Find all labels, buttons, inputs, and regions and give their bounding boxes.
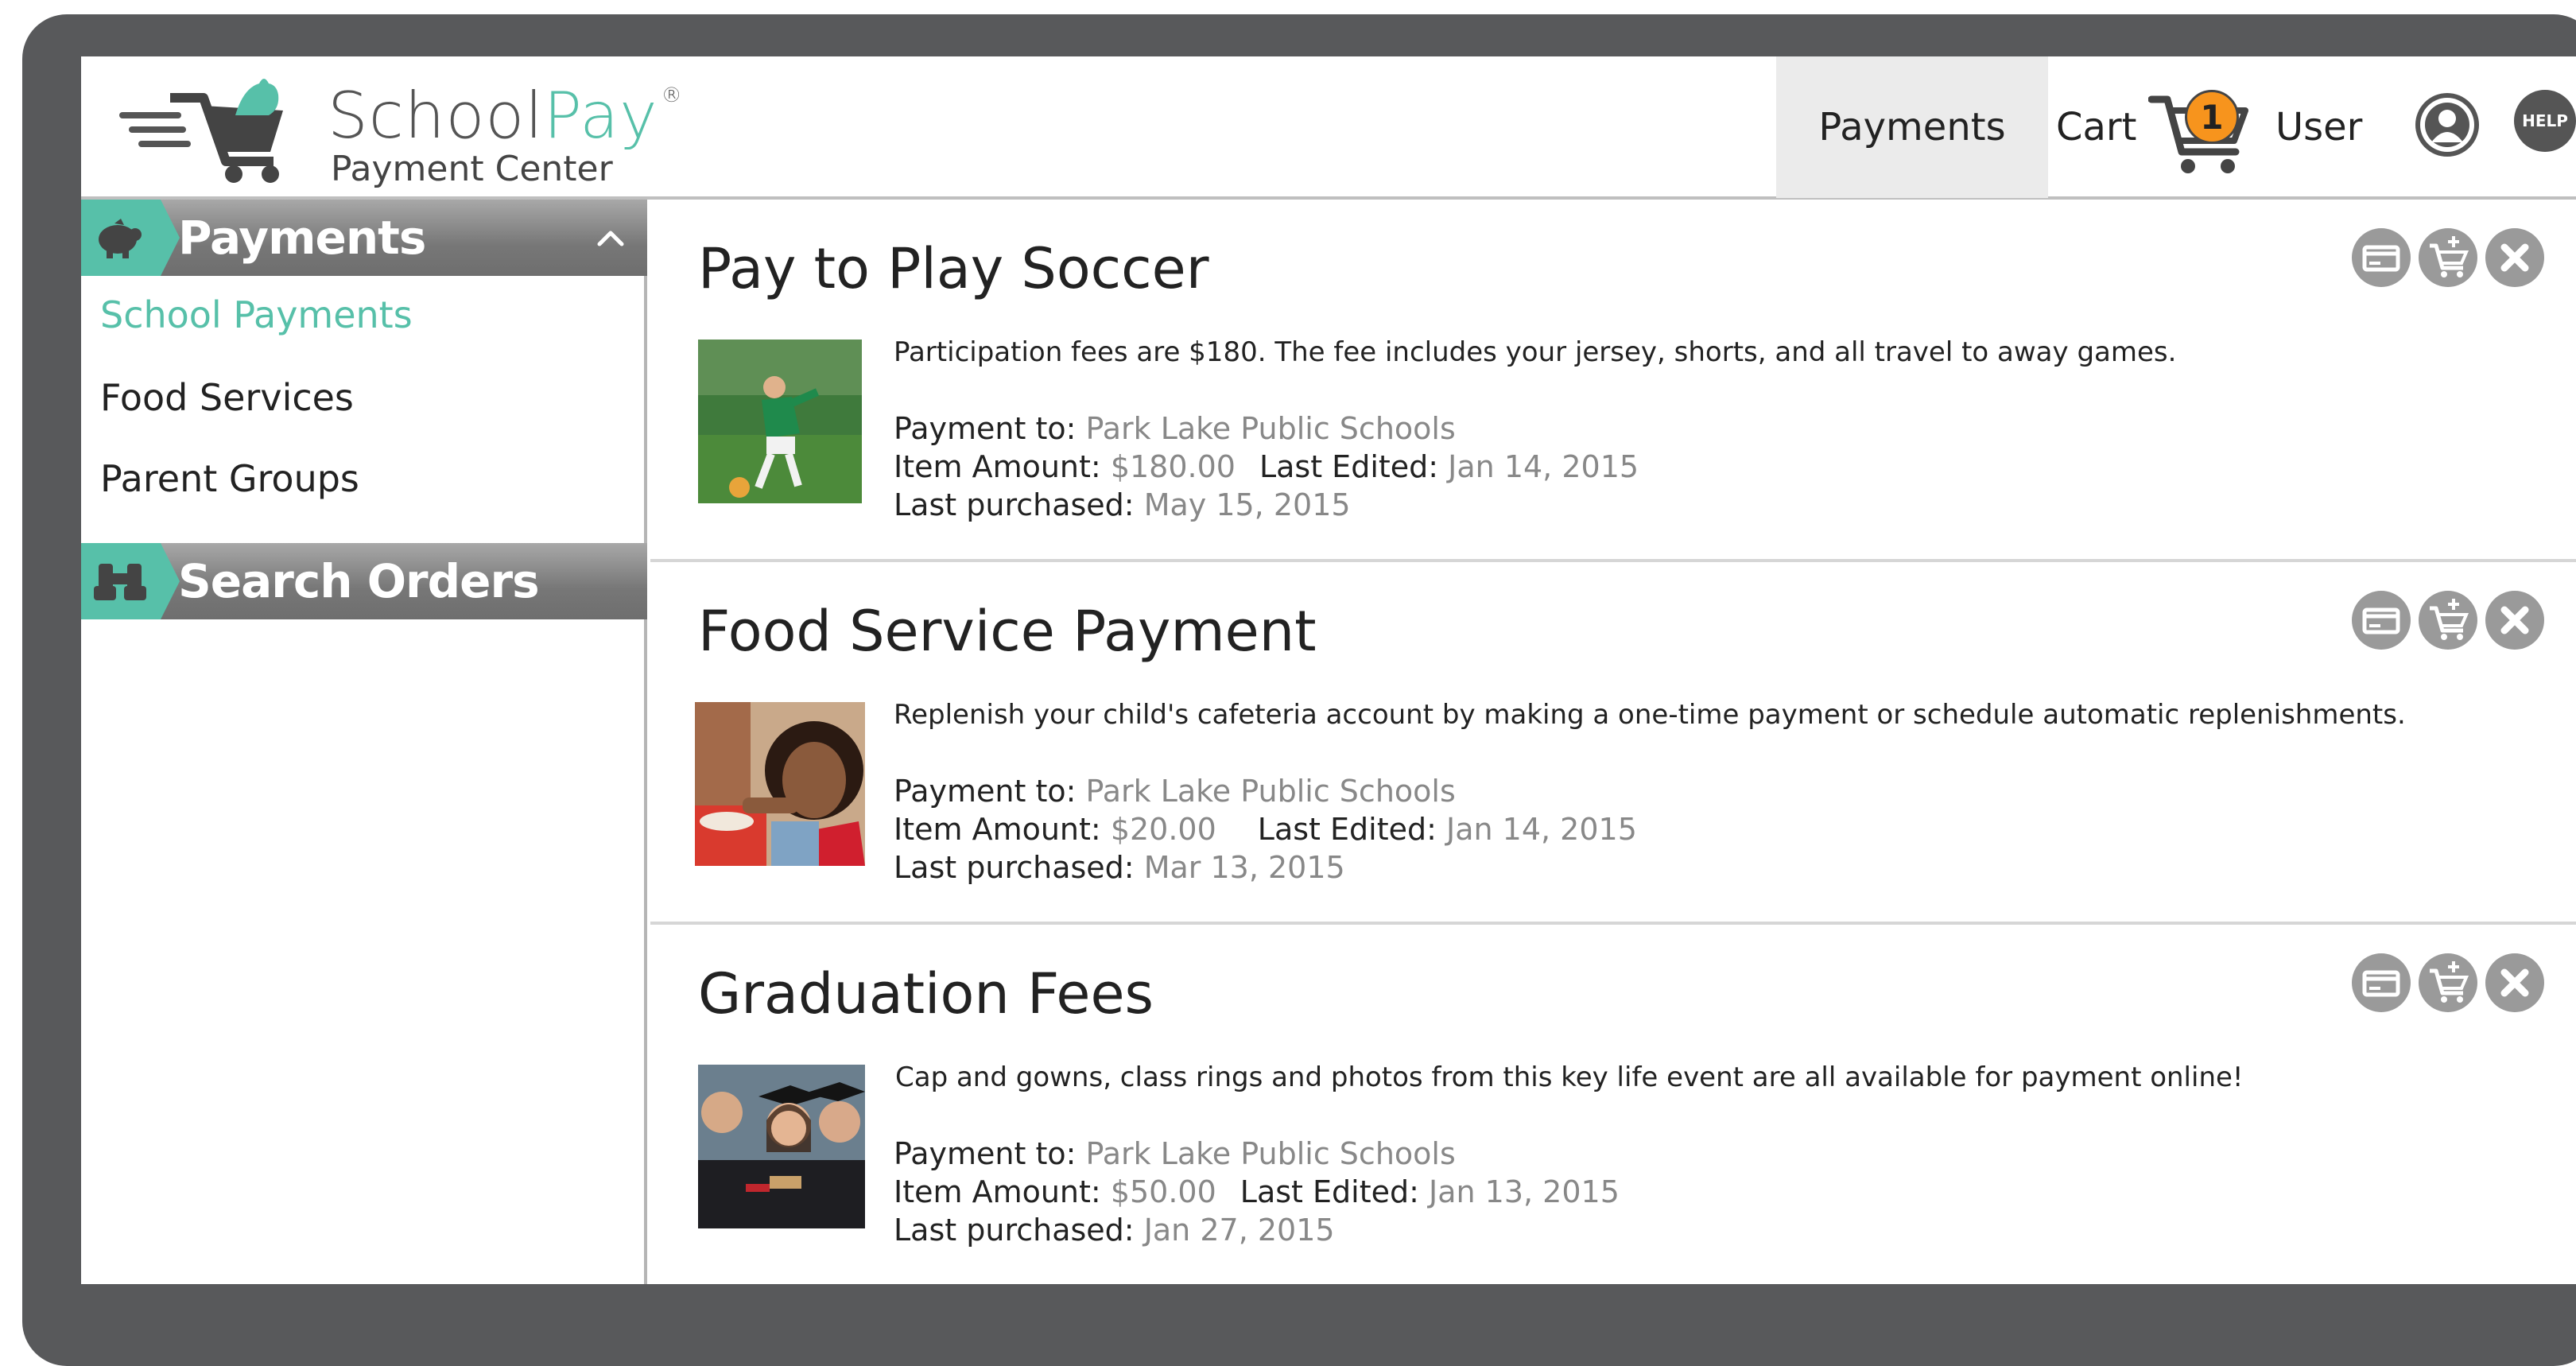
piggy-bank-icon (99, 219, 142, 258)
item-description: Cap and gowns, class rings and photos fr… (895, 1061, 2244, 1093)
cart-count-badge: 1 (2185, 90, 2239, 144)
item-amount-value: $20.00 (1110, 812, 1216, 847)
sidebar-tab-accent (81, 543, 180, 619)
item-description: Replenish your child's cafeteria account… (894, 699, 2406, 731)
last-edited-label: Last Edited: (1259, 449, 1439, 484)
item-actions (2352, 953, 2544, 1012)
close-icon[interactable] (2485, 591, 2544, 650)
sidebar-item-parent-groups[interactable]: Parent Groups (100, 457, 359, 500)
item-payment-to-row: Payment to: Park Lake Public Schools (894, 411, 1456, 446)
last-purchased-label: Last purchased: (894, 1213, 1135, 1248)
item-amount-label: Item Amount: (894, 1174, 1101, 1209)
payment-to-label: Payment to: (894, 1136, 1077, 1171)
payment-list: Pay to Play Soccer Participation fees ar… (650, 200, 2576, 1284)
pay-card-icon[interactable] (2352, 591, 2411, 650)
item-title[interactable]: Graduation Fees (698, 961, 1154, 1026)
last-purchased-value: May 15, 2015 (1143, 487, 1351, 522)
item-amount-value: $50.00 (1110, 1174, 1216, 1209)
schoolpay-logo[interactable]: SchoolPay ® Payment Center (114, 66, 682, 193)
add-to-cart-icon[interactable] (2419, 591, 2477, 650)
registered-mark: ® (661, 83, 683, 107)
app-screen: SchoolPay ® Payment Center Payments Cart … (81, 56, 2576, 1284)
chevron-up-icon[interactable] (595, 222, 627, 254)
last-purchased-value: Jan 27, 2015 (1143, 1213, 1335, 1248)
last-purchased-label: Last purchased: (894, 850, 1135, 885)
payment-to-value: Park Lake Public Schools (1085, 1136, 1456, 1171)
item-amount-row: Item Amount: $50.00 Last Edited: Jan 13, … (894, 1174, 1620, 1209)
item-image-soccer (698, 340, 862, 503)
logo-school-text: School (328, 79, 544, 153)
top-header: SchoolPay ® Payment Center Payments Cart … (81, 56, 2576, 200)
nav-user[interactable]: User (2275, 56, 2362, 198)
payment-to-value: Park Lake Public Schools (1085, 411, 1456, 446)
add-to-cart-icon[interactable] (2419, 953, 2477, 1012)
logo-subtitle: Payment Center (331, 149, 613, 189)
last-edited-value: Jan 13, 2015 (1429, 1174, 1620, 1209)
nav-cart[interactable]: Cart (2050, 56, 2136, 198)
add-to-cart-icon[interactable] (2419, 228, 2477, 287)
last-purchased-value: Mar 13, 2015 (1143, 850, 1345, 885)
pay-card-icon[interactable] (2352, 228, 2411, 287)
shopping-cart-logo-icon (119, 79, 283, 183)
last-edited-value: Jan 14, 2015 (1446, 812, 1637, 847)
sidebar-header-search-orders[interactable]: Search Orders (81, 543, 647, 619)
sidebar-item-food-services[interactable]: Food Services (100, 376, 354, 419)
item-actions (2352, 228, 2544, 287)
item-amount-row: Item Amount: $180.00 Last Edited: Jan 14,… (894, 449, 1639, 484)
item-amount-value: $180.00 (1110, 449, 1236, 484)
help-icon[interactable]: HELP (2514, 90, 2576, 152)
payment-item-card: Pay to Play Soccer Participation fees ar… (650, 200, 2576, 562)
last-purchased-label: Last purchased: (894, 487, 1135, 522)
item-amount-label: Item Amount: (894, 449, 1101, 484)
last-edited-value: Jan 14, 2015 (1448, 449, 1639, 484)
sidebar-item-school-payments[interactable]: School Payments (100, 293, 413, 336)
pay-card-icon[interactable] (2352, 953, 2411, 1012)
item-image-graduation (698, 1065, 865, 1228)
last-edited-label: Last Edited: (1240, 1174, 1419, 1209)
item-payment-to-row: Payment to: Park Lake Public Schools (894, 1136, 1456, 1171)
user-avatar-icon[interactable] (2415, 93, 2479, 157)
logo-wordmark: SchoolPay ® (328, 79, 683, 153)
item-title[interactable]: Pay to Play Soccer (698, 236, 1208, 301)
payment-to-label: Payment to: (894, 411, 1077, 446)
sidebar-tab-accent (81, 200, 180, 276)
nav-payments[interactable]: Payments (1776, 56, 2048, 198)
item-title[interactable]: Food Service Payment (698, 599, 1317, 664)
item-amount-row: Item Amount: $20.00 Last Edited: Jan 14, … (894, 812, 1637, 847)
binoculars-icon (94, 564, 146, 600)
sidebar-header-payments[interactable]: Payments (81, 200, 647, 276)
item-actions (2352, 591, 2544, 650)
payment-to-label: Payment to: (894, 774, 1077, 809)
sidebar-search-title: Search Orders (178, 554, 540, 608)
close-icon[interactable] (2485, 228, 2544, 287)
item-image-food-service (695, 702, 865, 866)
item-last-purchased-row: Last purchased: Mar 13, 2015 (894, 850, 1345, 885)
item-last-purchased-row: Last purchased: May 15, 2015 (894, 487, 1351, 522)
sidebar-payments-title: Payments (178, 211, 426, 265)
item-payment-to-row: Payment to: Park Lake Public Schools (894, 774, 1456, 809)
payment-item-card: Graduation Fees Cap and gowns, class rin… (650, 925, 2576, 1284)
item-amount-label: Item Amount: (894, 812, 1101, 847)
item-last-purchased-row: Last purchased: Jan 27, 2015 (894, 1213, 1335, 1248)
sidebar: Payments School Payments Food Services P… (81, 200, 647, 1284)
close-icon[interactable] (2485, 953, 2544, 1012)
item-description: Participation fees are $180. The fee inc… (894, 336, 2177, 368)
payment-to-value: Park Lake Public Schools (1085, 774, 1456, 809)
logo-pay-text: Pay (543, 79, 658, 153)
payment-item-card: Food Service Payment Replenish your chil… (650, 562, 2576, 925)
last-edited-label: Last Edited: (1257, 812, 1437, 847)
